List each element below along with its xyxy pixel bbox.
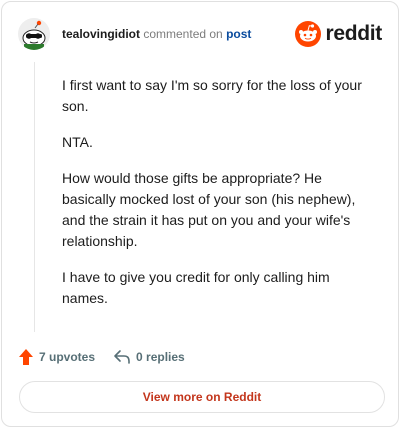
reddit-wordmark: reddit xyxy=(325,22,382,45)
view-more-button[interactable]: View more on Reddit xyxy=(19,381,385,413)
comment-paragraph: How would those gifts be appropriate? He… xyxy=(62,170,356,249)
upvote-count: 7 upvotes xyxy=(39,350,96,364)
comment-embed-card: tealovingidiot commented on post reddit … xyxy=(1,1,399,427)
comment-paragraph: NTA. xyxy=(62,134,93,150)
username-link[interactable]: tealovingidiot xyxy=(62,27,140,41)
comment-actions: 7 upvotes 0 replies xyxy=(18,347,203,367)
comment-body: I first want to say I'm so sorry for the… xyxy=(62,75,377,324)
reddit-brand[interactable]: reddit xyxy=(295,20,382,48)
reply-arrow-icon xyxy=(114,350,130,364)
upvote-arrow-icon xyxy=(19,349,33,365)
comment-paragraph: I have to give you credit for only calli… xyxy=(62,269,330,306)
user-avatar-icon[interactable] xyxy=(18,18,50,50)
post-link[interactable]: post xyxy=(226,27,251,41)
action-text: commented on xyxy=(143,27,223,41)
comment-header: tealovingidiot commented on post reddit xyxy=(18,18,382,52)
reply-count: 0 replies xyxy=(136,350,185,364)
upvote-button[interactable]: 7 upvotes xyxy=(18,348,95,366)
thread-line xyxy=(34,62,35,332)
reply-button[interactable]: 0 replies xyxy=(113,349,185,365)
comment-byline: tealovingidiot commented on post xyxy=(62,27,251,41)
view-more-label: View more on Reddit xyxy=(142,390,262,404)
comment-paragraph: I first want to say I'm so sorry for the… xyxy=(62,77,362,114)
reddit-logo-icon xyxy=(295,21,322,47)
